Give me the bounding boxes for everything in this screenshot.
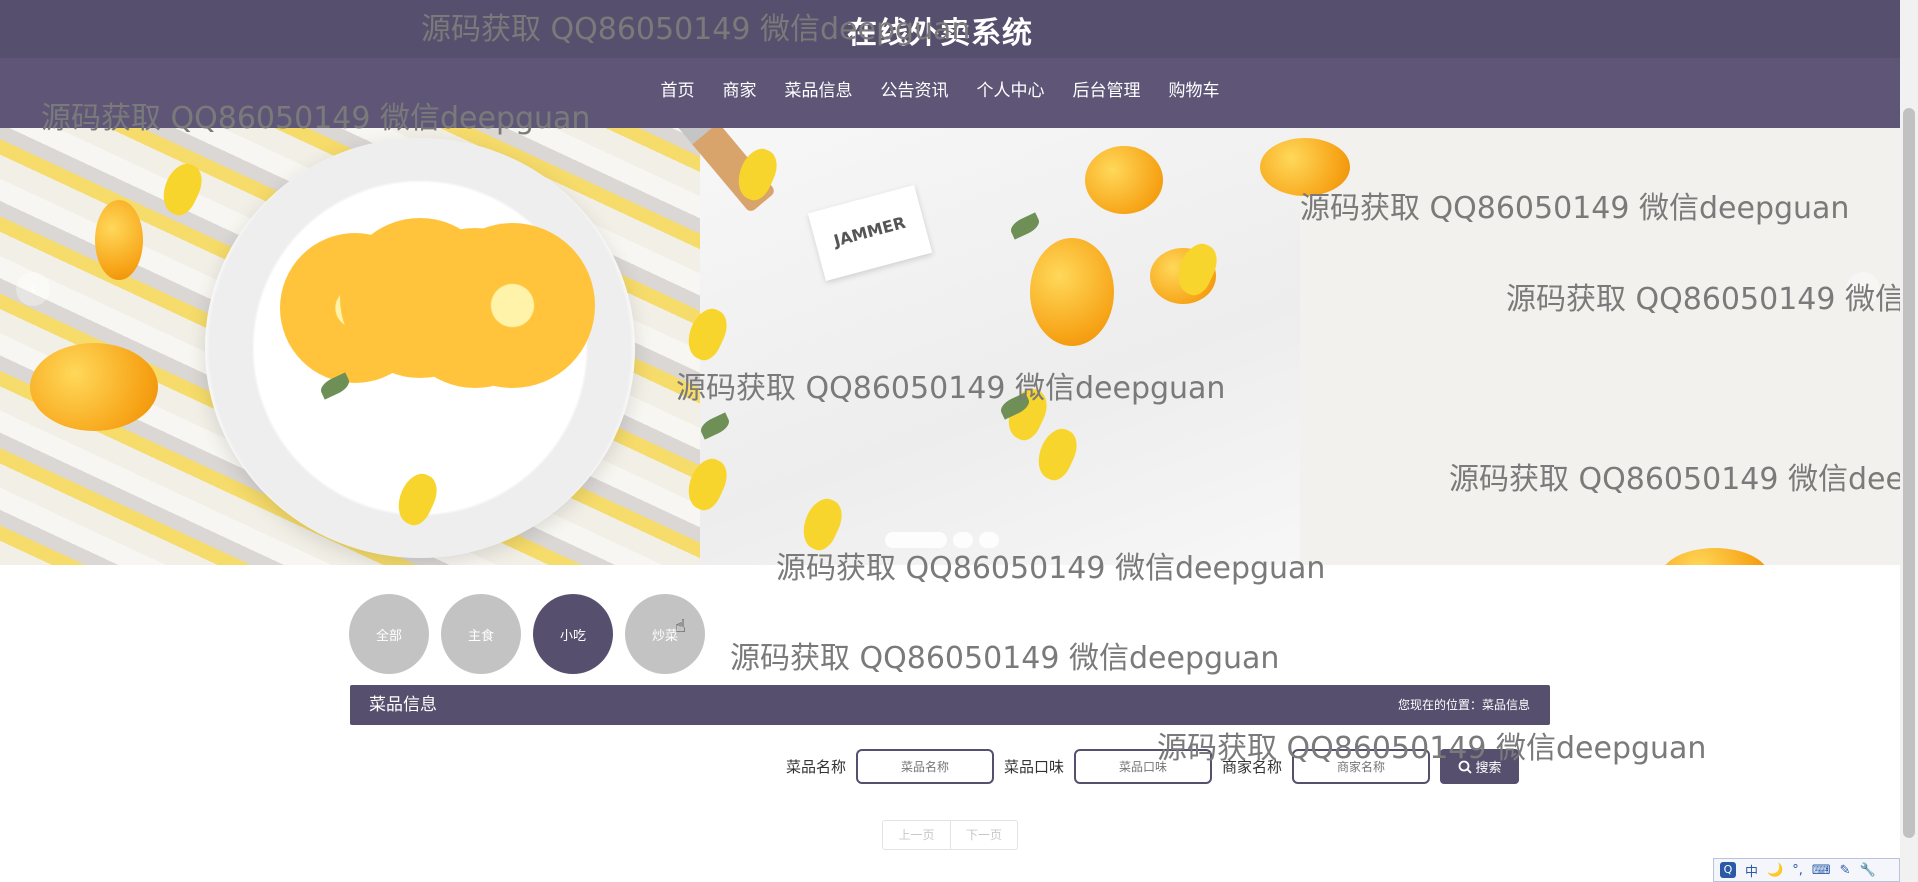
wrench-icon[interactable]: 🔧 — [1860, 863, 1876, 878]
tomato-image — [95, 200, 143, 280]
breadcrumb: 您现在的位置： 菜品信息 — [1398, 685, 1530, 725]
hand-cursor-icon: ☝ — [675, 616, 686, 637]
merchant-name-label: 商家名称 — [1222, 758, 1283, 776]
carousel-prev-arrow-icon[interactable]: ‹ — [16, 272, 50, 306]
merchant-name-input[interactable] — [1292, 749, 1431, 784]
ime-punctuation-button[interactable]: °, — [1792, 863, 1803, 878]
breadcrumb-current[interactable]: 菜品信息 — [1482, 685, 1530, 725]
page-scrollbar[interactable] — [1900, 0, 1918, 882]
page: 在线外卖系统 首页 商家 菜品信息 公告资讯 个人中心 后台管理 购物车 JAM… — [0, 0, 1918, 882]
main-nav: 首页 商家 菜品信息 公告资讯 个人中心 后台管理 购物车 — [0, 58, 1918, 132]
ime-logo-icon[interactable]: Q — [1720, 862, 1736, 878]
tomato-image — [1260, 138, 1350, 196]
breadcrumb-prefix: 您现在的位置： — [1397, 698, 1482, 712]
nav-admin[interactable]: 后台管理 — [1059, 58, 1155, 128]
search-button[interactable]: 搜索 — [1440, 749, 1520, 784]
carousel-indicators — [885, 532, 999, 548]
nav-home[interactable]: 首页 — [646, 58, 709, 132]
carousel-next-arrow-icon[interactable]: › — [1846, 272, 1880, 306]
nav-merchants[interactable]: 商家 — [709, 58, 771, 128]
tomato-image — [30, 343, 158, 431]
dish-flavor-label: 菜品口味 — [1004, 758, 1065, 776]
section-header: 菜品信息 您现在的位置： 菜品信息 — [350, 685, 1550, 725]
lemon-slice-image — [430, 223, 595, 388]
carousel-dot[interactable] — [953, 532, 973, 548]
keyboard-icon[interactable]: ⌨ — [1812, 863, 1831, 878]
site-title: 在线外卖系统 — [847, 16, 1033, 51]
carousel-dot[interactable] — [979, 532, 999, 548]
category-staple[interactable]: 主食 — [441, 594, 521, 674]
next-page-button[interactable]: 下一页 — [950, 821, 1017, 849]
ime-mode-button[interactable]: 中 — [1745, 861, 1758, 880]
search-button-label: 搜索 — [1475, 760, 1502, 775]
nav-announcements[interactable]: 公告资讯 — [867, 58, 963, 128]
carousel-dot[interactable] — [885, 532, 947, 548]
search-icon — [1458, 760, 1472, 774]
search-form: 菜品名称 菜品口味 商家名称 搜索 — [786, 749, 1520, 784]
dish-name-label: 菜品名称 — [786, 758, 847, 776]
nav-profile[interactable]: 个人中心 — [963, 58, 1059, 128]
banner-cloth — [700, 128, 1300, 565]
dish-name-input[interactable] — [856, 749, 995, 784]
category-all[interactable]: 全部 — [349, 594, 429, 674]
nav-dishes[interactable]: 菜品信息 — [771, 58, 867, 128]
dish-flavor-input[interactable] — [1074, 749, 1213, 784]
handwriting-icon[interactable]: ✎ — [1840, 863, 1851, 878]
scrollbar-thumb[interactable] — [1903, 108, 1915, 838]
section-title: 菜品信息 — [369, 695, 437, 715]
tomato-image — [1085, 146, 1163, 214]
tomato-image — [1660, 548, 1770, 565]
prev-page-button[interactable]: 上一页 — [883, 821, 950, 849]
top-header: 在线外卖系统 — [0, 0, 1918, 58]
pagination: 上一页 下一页 — [882, 820, 1018, 850]
watermark-text: 源码获取 QQ86050149 微信deepguan — [730, 641, 1280, 676]
ime-toolbar: Q 中 🌙 °, ⌨ ✎ 🔧 — [1713, 858, 1900, 882]
category-filter: 全部 主食 小吃 炒菜 — [349, 594, 705, 674]
banner-tag-text: JAMMER — [831, 212, 908, 251]
nav-cart[interactable]: 购物车 — [1155, 58, 1234, 128]
category-stir-fry[interactable]: 炒菜 — [625, 594, 705, 674]
ime-moon-icon[interactable]: 🌙 — [1767, 863, 1783, 878]
category-snacks[interactable]: 小吃 — [533, 594, 613, 674]
banner-carousel: JAMMER ‹ › — [0, 128, 1900, 565]
tomato-image — [1030, 238, 1114, 346]
